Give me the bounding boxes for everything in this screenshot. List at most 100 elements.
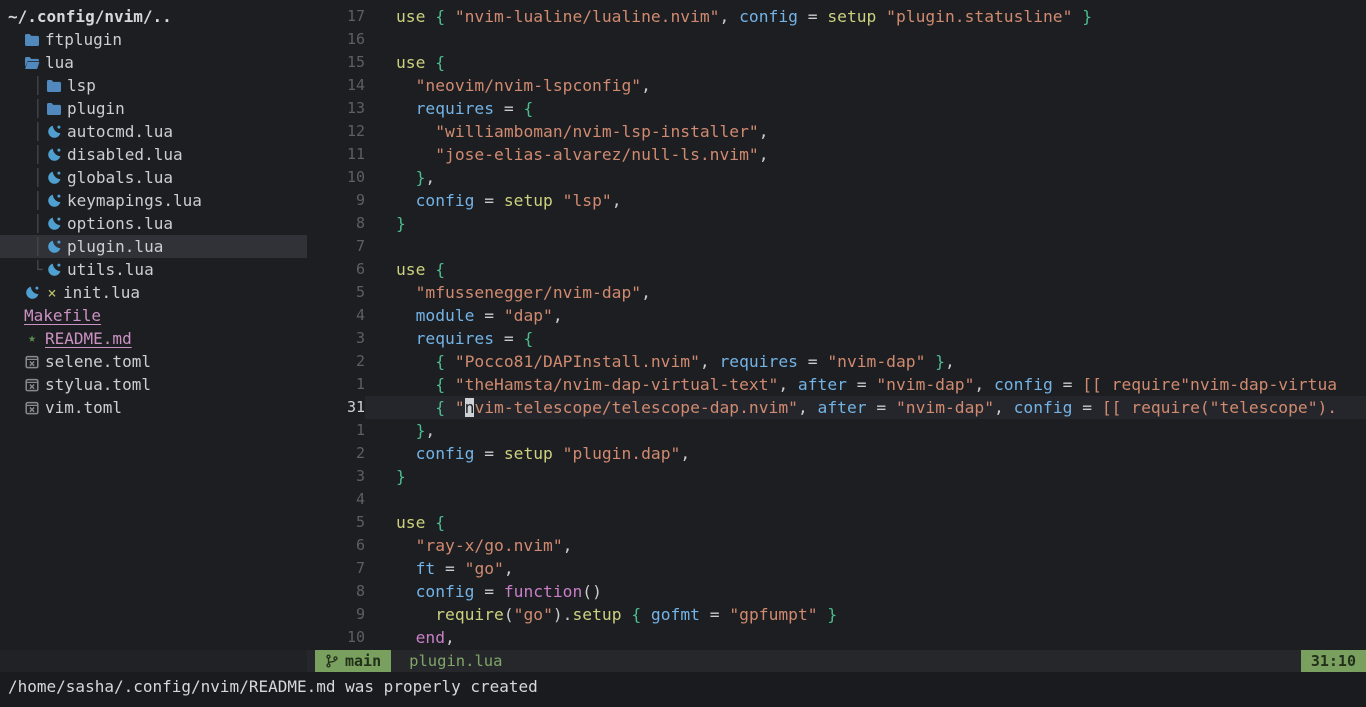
line-text: }, (365, 166, 1366, 189)
tree-item-keymapings-lua[interactable]: │ keymapings.lua (0, 189, 307, 212)
folder-open-icon (24, 55, 40, 71)
code-buffer: 1 7 use { "nvim-lualine/lualine.nvim", con… (307, 5, 1366, 649)
line-text: use { "nvim-lualine/lualine.nvim", confi… (365, 5, 1366, 28)
tree-item-disabled-lua[interactable]: │disabled.lua (0, 143, 307, 166)
code-line[interactable]: 9 require("go").setup { gofmt = "gpfumpt… (307, 603, 1366, 626)
code-line[interactable]: 16 (307, 28, 1366, 51)
tree-root-path: ~/.config/nvim/.. (0, 5, 307, 28)
code-line[interactable]: 4 (307, 488, 1366, 511)
code-line[interactable]: 17use { "nvim-lualine/lualine.nvim", con… (307, 5, 1366, 28)
code-line[interactable]: 8 config = function() (307, 580, 1366, 603)
tree-item-stylua-toml[interactable]: stylua.toml (0, 373, 307, 396)
tree-item-label: plugin (67, 99, 125, 118)
code-line[interactable]: 11 "jose-elias-alvarez/null-ls.nvim", (307, 143, 1366, 166)
lua-icon (46, 147, 62, 163)
code-line[interactable]: 6 "ray-x/go.nvim", (307, 534, 1366, 557)
tree-item-utils-lua[interactable]: └utils.lua (0, 258, 307, 281)
tree-item-vim-toml[interactable]: vim.toml (0, 396, 307, 419)
indent-guide: │ (33, 237, 43, 256)
line-number: 1 (307, 373, 365, 396)
cursor-position-segment: 31:10 (1301, 650, 1366, 672)
line-number: 3 (307, 465, 365, 488)
tree-item-label: utils.lua (67, 260, 154, 279)
indent-guide: │ (33, 214, 43, 233)
lua-icon (46, 124, 62, 140)
code-line[interactable]: 10 end, (307, 626, 1366, 649)
code-line[interactable]: 2 config = setup "plugin.dap", (307, 442, 1366, 465)
code-line[interactable]: 3} (307, 465, 1366, 488)
line-number: 9 (307, 603, 365, 626)
tree-item-label: globals.lua (67, 168, 173, 187)
line-text: module = "dap", (365, 304, 1366, 327)
code-line[interactable]: 2 { "Pocco81/DAPInstall.nvim", requires … (307, 350, 1366, 373)
code-line[interactable]: 10 }, (307, 166, 1366, 189)
line-text: requires = { (365, 97, 1366, 120)
tree-item-readme-md[interactable]: ★README.md (0, 327, 307, 350)
code-line[interactable]: 1 { "theHamsta/nvim-dap-virtual-text", a… (307, 373, 1366, 396)
line-text: "neovim/nvim-lspconfig", (365, 74, 1366, 97)
tree-item-autocmd-lua[interactable]: │autocmd.lua (0, 120, 307, 143)
tree-item-label: options.lua (67, 214, 173, 233)
folder-icon (46, 78, 62, 94)
lua-icon (46, 193, 62, 209)
code-line[interactable]: 4 module = "dap", (307, 304, 1366, 327)
tree-item-lua[interactable]: lua (0, 51, 307, 74)
line-number: 2 (307, 442, 365, 465)
line-text: "mfussenegger/nvim-dap", (365, 281, 1366, 304)
line-text (365, 28, 1366, 51)
cursor-block: n (465, 398, 475, 417)
code-line[interactable]: 3 requires = { (307, 327, 1366, 350)
line-text: use { (365, 258, 1366, 281)
statusline: main plugin.lua 31:10 (0, 650, 1366, 672)
line-number: 16 (307, 28, 365, 51)
code-line[interactable]: 14 "neovim/nvim-lspconfig", (307, 74, 1366, 97)
line-number: 5 (307, 511, 365, 534)
statusline-sidebar-section (0, 650, 307, 672)
code-line[interactable]: 7 ft = "go", (307, 557, 1366, 580)
code-line[interactable]: 15use { (307, 51, 1366, 74)
tree-item-label: lsp (67, 76, 96, 95)
cursor-position: 31:10 (1311, 652, 1356, 670)
code-line[interactable]: 12 "williamboman/nvim-lsp-installer", (307, 120, 1366, 143)
tree-item-label: init.lua (63, 283, 140, 302)
star-icon: ★ (24, 331, 40, 346)
tree-item-globals-lua[interactable]: │globals.lua (0, 166, 307, 189)
tree-item-ftplugin[interactable]: ftplugin (0, 28, 307, 51)
code-line[interactable]: 13 requires = { (307, 97, 1366, 120)
line-text: "williamboman/nvim-lsp-installer", (365, 120, 1366, 143)
code-line[interactable]: 6use { (307, 258, 1366, 281)
tree-item-makefile[interactable]: Makefile (0, 304, 307, 327)
line-text: config = function() (365, 580, 1366, 603)
tree-item-options-lua[interactable]: │ options.lua (0, 212, 307, 235)
lua-icon (46, 170, 62, 186)
line-text: } (365, 465, 1366, 488)
tree-item-init-lua[interactable]: ×init.lua (0, 281, 307, 304)
code-editor[interactable]: 1 7 use { "nvim-lualine/lualine.nvim", con… (307, 0, 1366, 650)
line-text: { "theHamsta/nvim-dap-virtual-text", aft… (365, 373, 1366, 396)
code-line[interactable]: 7 (307, 235, 1366, 258)
code-line[interactable]: 8} (307, 212, 1366, 235)
tree-item-plugin[interactable]: │ plugin (0, 97, 307, 120)
line-number: 31 (307, 396, 365, 419)
code-line[interactable]: 1 }, (307, 419, 1366, 442)
tree-item-label: lua (45, 53, 74, 72)
indent-guide: │ (33, 99, 43, 118)
code-line[interactable]: 9 config = setup "lsp", (307, 189, 1366, 212)
line-number: 10 (307, 166, 365, 189)
line-number: 6 (307, 258, 365, 281)
code-line[interactable]: 5use { (307, 511, 1366, 534)
nvim-window: ~/.config/nvim/.. ftpluginlua│lsp│plugin… (0, 0, 1366, 707)
code-line-current[interactable]: 31 { "nvim-telescope/telescope-dap.nvim"… (307, 396, 1366, 419)
tree-item-plugin-lua[interactable]: │plugin.lua (0, 235, 307, 258)
tree-item-label: keymapings.lua (67, 191, 202, 210)
tree-item-label: stylua.toml (45, 375, 151, 394)
tree-item-selene-toml[interactable]: selene.toml (0, 350, 307, 373)
tree-item-lsp[interactable]: │lsp (0, 74, 307, 97)
tree-item-label: selene.toml (45, 352, 151, 371)
toml-icon (24, 354, 40, 370)
file-tree: ftpluginlua│lsp│plugin│autocmd.lua│disab… (0, 28, 307, 419)
indent-guide: │ (33, 191, 43, 210)
line-number: 4 (307, 488, 365, 511)
code-line[interactable]: 5 "mfussenegger/nvim-dap", (307, 281, 1366, 304)
tree-item-label: autocmd.lua (67, 122, 173, 141)
